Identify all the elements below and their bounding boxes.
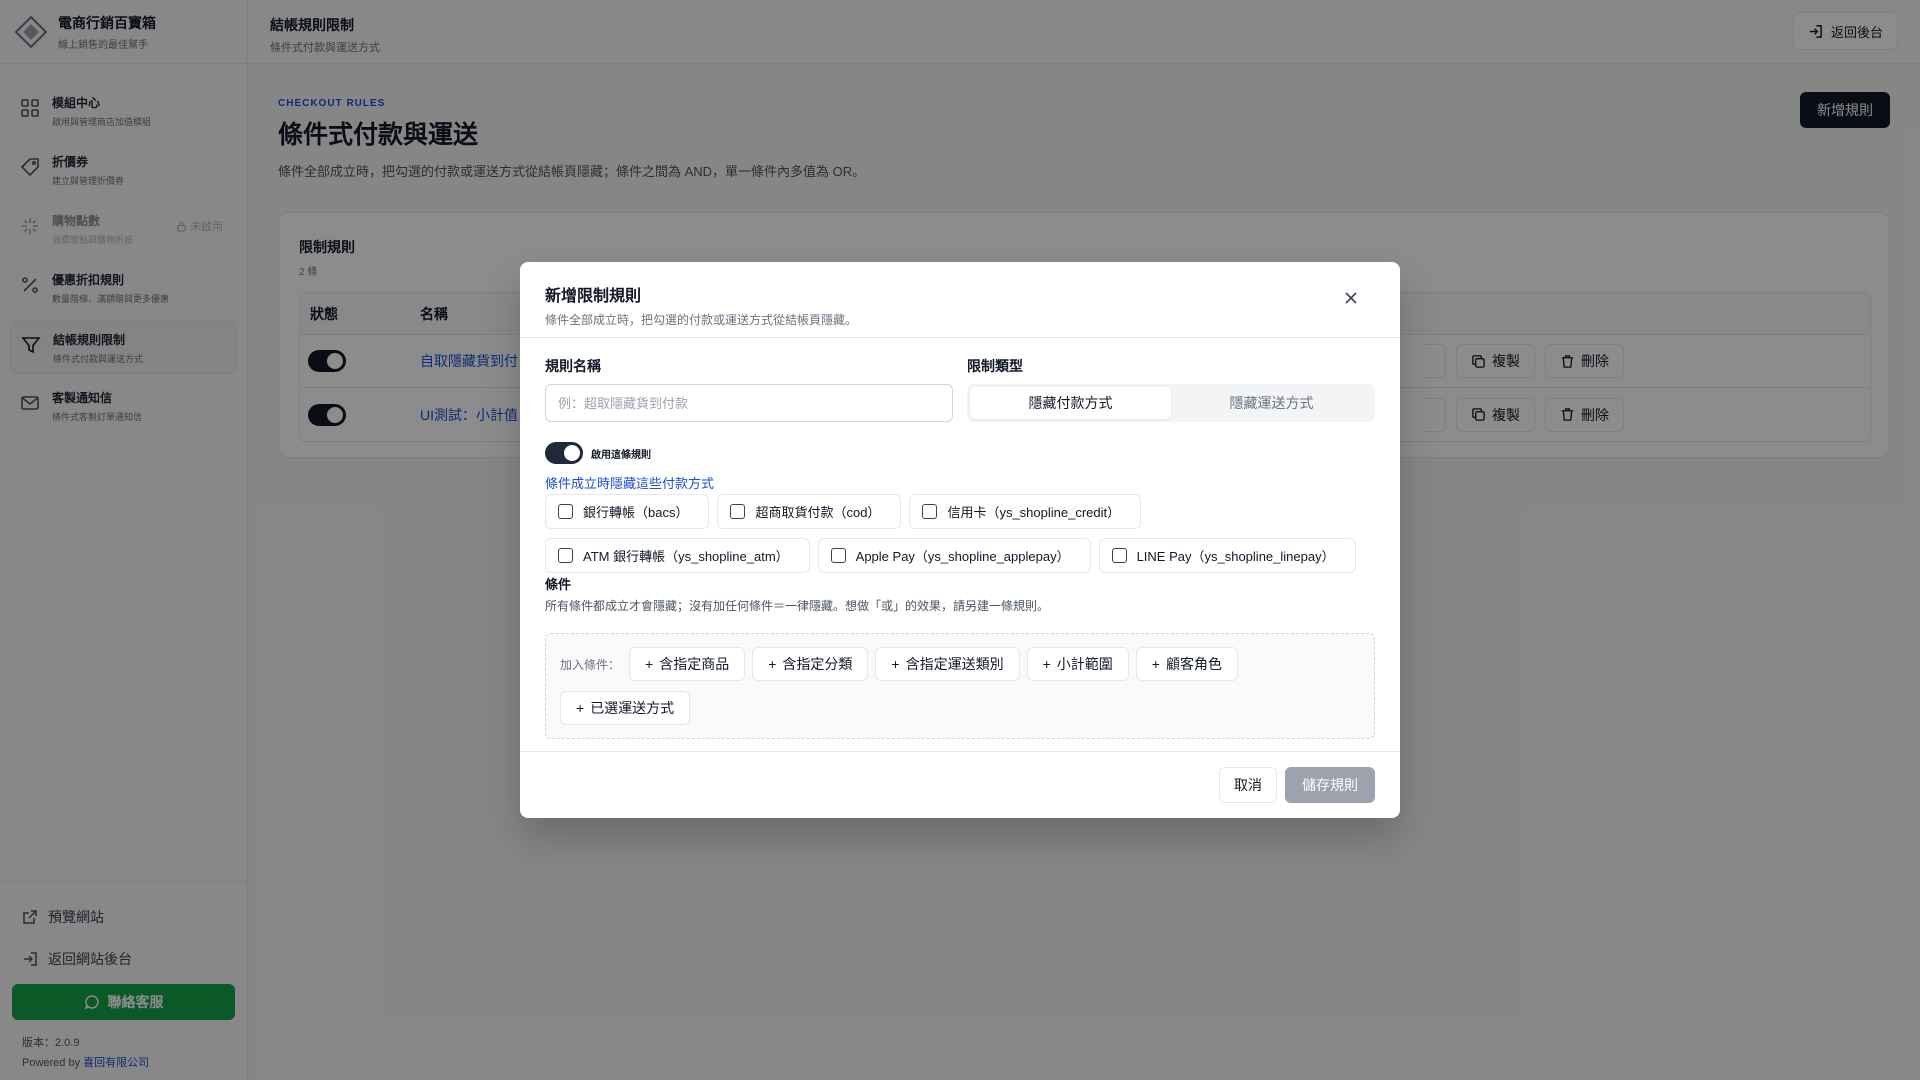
close-icon[interactable] [1342,289,1360,307]
dialog-header: 新增限制規則 條件全部成立時，把勾選的付款或運送方式從結帳頁隱藏。 [520,262,1400,338]
add-condition-button-label: 含指定分類 [782,656,853,673]
add-condition-button-label: 含指定運送類別 [905,656,1004,673]
checkbox[interactable] [922,504,938,519]
rule-name-input[interactable] [545,384,953,422]
add-condition-customer-role-button[interactable]: + 顧客角色 [1135,647,1238,682]
plus-icon: + [1042,656,1051,673]
payment-method-label: 銀行轉帳（bacs） [583,505,689,520]
add-condition-product-button[interactable]: + 含指定商品 [629,647,746,682]
payment-method-label: ATM 銀行轉帳（ys_shopline_atm） [583,549,789,564]
conditions-description: 所有條件都成立才會隱藏；沒有加任何條件＝一律隱藏。想做「或」的效果，請另建一條規… [545,599,1050,613]
plus-icon: + [1151,656,1160,673]
enable-rule-toggle[interactable] [545,442,583,464]
plus-icon: + [576,699,585,716]
payment-method-label: 信用卡（ys_shopline_credit） [947,505,1121,520]
type-hide-payment[interactable]: 隱藏付款方式 [970,387,1171,419]
add-condition-subtotal-button[interactable]: + 小計範圍 [1026,647,1129,682]
conditions-box: 加入條件： + 含指定商品 + 含指定分類 + 含指定運送類別 + 小計範圍 + 顧客角色… [545,633,1375,739]
restriction-type-group: 限制類型 隱藏付款方式 隱藏運送方式 [967,356,1375,422]
checkbox[interactable] [830,548,846,563]
hide-methods-label: 條件成立時隱藏這些付款方式 [545,476,715,491]
plus-icon: + [891,656,900,673]
restriction-type-label: 限制類型 [967,358,1023,374]
cancel-button[interactable]: 取消 [1219,767,1277,803]
dialog-body: 規則名稱 限制類型 隱藏付款方式 隱藏運送方式 啟用這條規則 條件成立時隱藏這些… [520,338,1400,751]
payment-method-option[interactable]: Apple Pay（ys_shopline_applepay） [817,538,1091,573]
new-rule-dialog: 新增限制規則 條件全部成立時，把勾選的付款或運送方式從結帳頁隱藏。 規則名稱 限… [520,262,1400,818]
checkbox[interactable] [730,504,746,519]
enable-rule-label: 啟用這條規則 [591,449,651,461]
add-condition-label: 加入條件： [560,657,621,672]
add-condition-category-button[interactable]: + 含指定分類 [752,647,869,682]
dialog-title: 新增限制規則 [545,288,642,305]
restriction-type-segmented: 隱藏付款方式 隱藏運送方式 [967,384,1375,422]
add-condition-button-label: 小計範圍 [1056,656,1113,673]
payment-method-option[interactable]: LINE Pay（ys_shopline_linepay） [1098,538,1356,573]
add-condition-button-label: 已選運送方式 [590,699,675,716]
payment-method-option[interactable]: ATM 銀行轉帳（ys_shopline_atm） [545,538,810,573]
add-condition-button-label: 含指定商品 [659,656,730,673]
payment-method-option[interactable]: 銀行轉帳（bacs） [545,494,710,529]
checkbox[interactable] [558,504,573,519]
payment-method-label: 超商取貨付款（cod） [755,505,881,520]
payment-method-option[interactable]: 信用卡（ys_shopline_credit） [909,494,1142,529]
dialog-subtitle: 條件全部成立時，把勾選的付款或運送方式從結帳頁隱藏。 [545,313,858,327]
add-condition-button-label: 顧客角色 [1165,656,1222,673]
checkbox[interactable] [1111,548,1127,563]
checkbox[interactable] [558,548,573,563]
add-condition-shipping-method-button[interactable]: + 已選運送方式 [560,690,691,725]
dialog-footer: 取消 儲存規則 [520,751,1400,818]
payment-method-label: Apple Pay（ys_shopline_applepay） [855,549,1070,564]
plus-icon: + [645,656,654,673]
enable-rule-row: 啟用這條規則 [545,442,1375,464]
add-condition-shipping-class-button[interactable]: + 含指定運送類別 [875,647,1020,682]
save-rule-button[interactable]: 儲存規則 [1285,767,1375,803]
payment-method-option[interactable]: 超商取貨付款（cod） [717,494,902,529]
type-hide-shipping[interactable]: 隱藏運送方式 [1171,387,1372,419]
payment-method-label: LINE Pay（ys_shopline_linepay） [1136,549,1335,564]
payment-methods-list: 銀行轉帳（bacs） 超商取貨付款（cod） 信用卡（ys_shopline_c… [545,494,1375,573]
plus-icon: + [768,656,777,673]
conditions-label: 條件 [545,577,572,592]
